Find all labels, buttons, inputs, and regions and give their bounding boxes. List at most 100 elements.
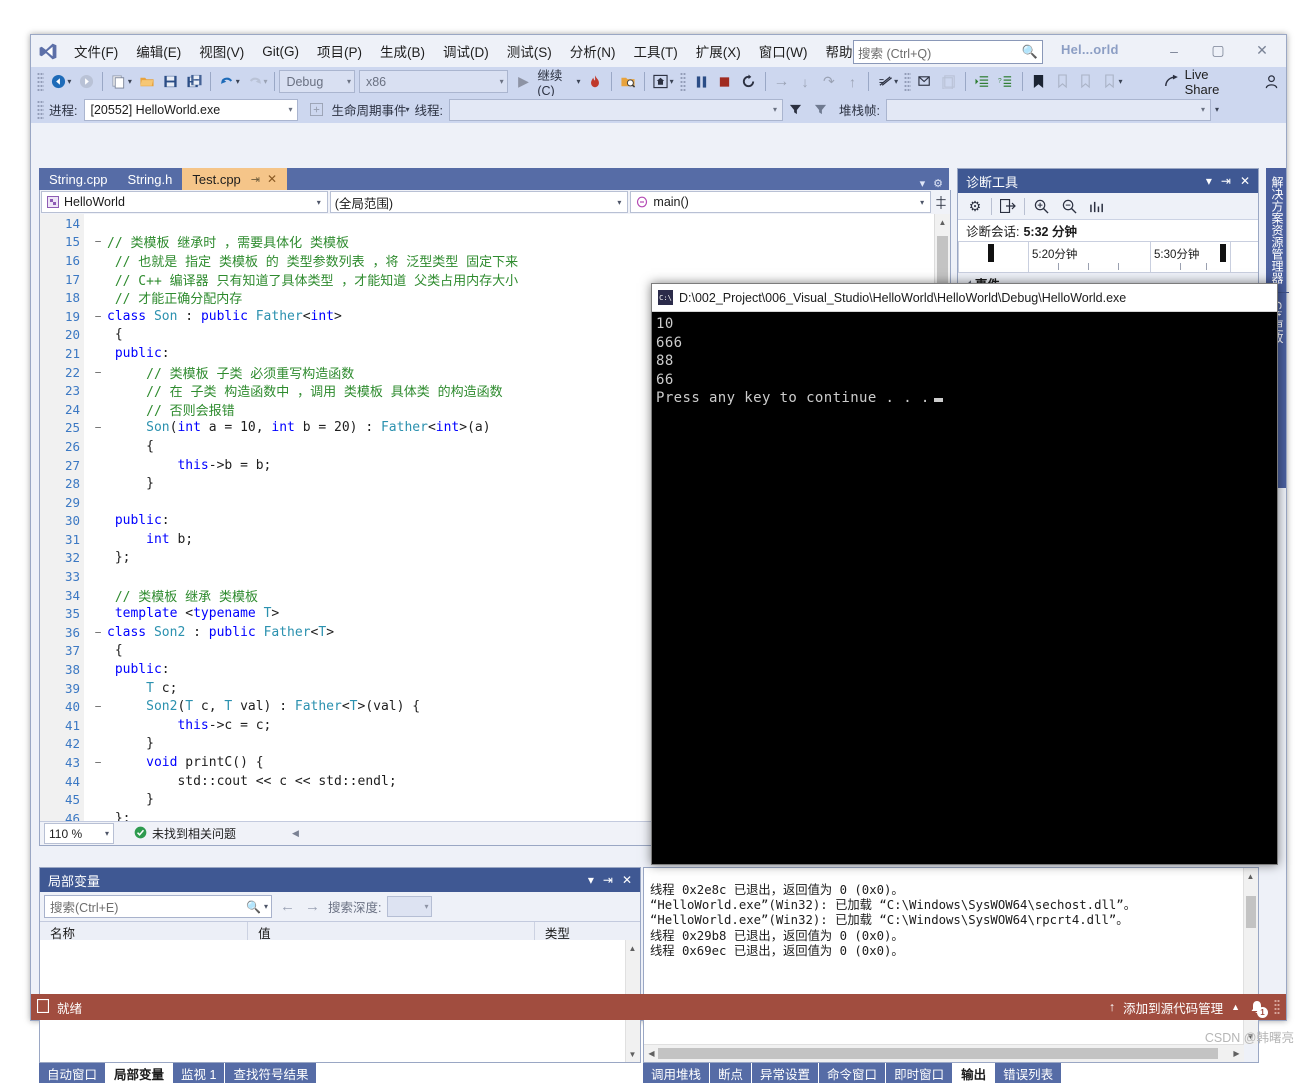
menu-item-project[interactable]: 项目(P) [308,38,371,64]
stack-frame-combo[interactable]: ▾ [885,98,1211,121]
menu-item-tools[interactable]: 工具(T) [625,38,687,64]
toolbar-grip-2[interactable] [679,71,687,92]
source-control-label[interactable]: 添加到源代码管理 [1123,998,1223,1017]
scroll-up-icon[interactable]: ▲ [936,215,949,229]
diagnostics-chart-icon[interactable] [1085,196,1109,217]
pin-window-icon[interactable]: ⇥ [1221,174,1231,188]
menu-item-edit[interactable]: 编辑(E) [127,38,190,64]
source-control-dropdown-icon[interactable]: ▲ [1231,1002,1240,1012]
pin-tab-icon[interactable]: ⇥ [251,173,260,186]
home-window-dropdown-icon[interactable]: ▾ [670,77,677,86]
decrease-indent-icon[interactable]: ? [994,70,1018,93]
stop-debug-icon[interactable] [713,70,737,93]
bottom-tab-exceptions[interactable]: 异常设置 [752,1063,819,1083]
document-tab-string-h[interactable]: String.h [117,168,183,190]
locals-search-input[interactable]: 搜索(Ctrl+E) 🔍 ▾ [44,895,272,918]
fold-toggle-icon[interactable]: − [91,235,105,248]
console-output[interactable]: 10 666 88 66 Press any key to continue . . . [652,312,1277,864]
hot-reload-icon[interactable] [584,70,608,93]
fold-toggle-icon[interactable]: − [91,421,105,434]
bottom-tab-immediate[interactable]: 即时窗口 [886,1063,953,1083]
menu-item-test[interactable]: 测试(S) [498,38,561,64]
toolbar-grip[interactable] [37,71,44,92]
bottom-tab-locals[interactable]: 局部变量 [106,1063,173,1083]
fold-toggle-icon[interactable]: − [91,700,105,713]
diagnostics-zoom-in-icon[interactable] [1029,196,1053,217]
flag-filter-icon[interactable] [783,98,808,121]
attach-process-icon[interactable] [616,70,640,93]
code-line[interactable]: 14 [40,214,950,233]
new-project-dropdown-icon[interactable]: ▾ [128,77,135,86]
toolbar-grip-3[interactable] [904,71,911,92]
comment-selection-icon[interactable] [914,70,938,93]
diagnostics-timeline[interactable]: 5:20分钟 5:30分钟 [958,241,1258,273]
locals-scroll-up-icon[interactable]: ▲ [626,941,639,955]
quick-search-box[interactable]: 搜索 (Ctrl+Q) 🔍 [853,40,1043,64]
vertical-tab-solution-explorer[interactable]: 解决方案资源管理器 [1266,168,1289,292]
bookmark-icon[interactable] [1027,70,1051,93]
diagnostics-settings-gear-icon[interactable]: ⚙ [963,196,987,217]
diagnostics-export-icon[interactable] [996,196,1020,217]
diagnostics-zoom-out-icon[interactable] [1057,196,1081,217]
bookmark-overflow-icon[interactable]: ▾ [1119,77,1126,86]
restart-debug-icon[interactable] [737,70,761,93]
undo-dropdown-icon[interactable]: ▾ [236,77,243,86]
toolbar-overflow-icon[interactable]: ▾ [1215,105,1222,114]
console-title-bar[interactable]: C:\ D:\002_Project\006_Visual_Studio\Hel… [652,284,1277,312]
search-depth-selector[interactable]: ▾ [387,896,433,917]
fold-toggle-icon[interactable]: − [91,366,105,379]
lifecycle-dropdown-icon[interactable]: ▾ [406,105,413,114]
notification-bell[interactable]: 1 [1248,998,1268,1018]
redo-dropdown-icon[interactable]: ▾ [263,77,270,86]
output-horizontal-scrollbar[interactable]: ◀ ▶ [644,1044,1244,1062]
menu-item-analyze[interactable]: 分析(N) [561,38,625,64]
issue-status[interactable]: 未找到相关问题 [134,825,236,842]
continue-button-label[interactable]: 继续(C) [535,65,579,98]
process-combo[interactable]: [20552] HelloWorld.exe ▾ [84,98,299,121]
menu-item-view[interactable]: 视图(V) [190,38,253,64]
status-bar-grip[interactable] [1274,999,1280,1015]
fold-toggle-icon[interactable]: − [91,756,105,769]
continue-play-icon[interactable]: ▶ [512,70,536,93]
lifecycle-events-label[interactable]: 生命周期事件 [329,100,408,119]
code-line[interactable]: 15−// 类模板 继承时 ，需要具体化 类模板 [40,233,950,251]
locals-search-dropdown-icon[interactable]: ▾ [261,902,268,911]
increase-indent-icon[interactable] [970,70,994,93]
issue-prev-icon[interactable]: ◀ [292,828,299,839]
bottom-tab-watch1[interactable]: 监视 1 [173,1063,225,1083]
fold-toggle-icon[interactable]: − [91,310,105,323]
locals-menu-dropdown-icon[interactable]: ▾ [588,873,594,887]
flag-filter-clear-icon[interactable] [808,98,833,121]
solution-config-combo[interactable]: Debug ▾ [279,70,355,93]
locals-close-icon[interactable]: ✕ [622,873,632,887]
locals-scroll-down-icon[interactable]: ▼ [626,1047,639,1061]
open-file-icon[interactable] [135,70,159,93]
pause-debug-icon[interactable] [689,70,713,93]
continue-dropdown-icon[interactable]: ▾ [577,77,584,86]
bottom-tab-command[interactable]: 命令窗口 [819,1063,886,1083]
line-numbers-dropdown-icon[interactable]: ▾ [894,77,901,86]
menu-item-file[interactable]: 文件(F) [65,38,127,64]
fold-toggle-icon[interactable]: − [91,626,105,639]
bottom-tab-call-stack[interactable]: 调用堆栈 [643,1063,710,1083]
tab-settings-gear-icon[interactable]: ⚙ [933,177,943,190]
solution-platform-combo[interactable]: x86 ▾ [358,70,508,93]
console-window[interactable]: C:\ D:\002_Project\006_Visual_Studio\Hel… [651,283,1278,865]
bottom-tab-error-list[interactable]: 错误列表 [995,1063,1062,1083]
close-button[interactable]: ✕ [1240,35,1284,66]
search-prev-icon[interactable]: ← [278,898,297,915]
project-selector-combo[interactable]: HelloWorld ▾ [41,191,328,213]
locals-pin-icon[interactable]: ⇥ [603,873,613,887]
bottom-tab-find-symbol[interactable]: 查找符号结果 [225,1063,317,1083]
search-next-icon[interactable]: → [303,898,322,915]
code-line[interactable]: 16 // 也就是 指定 类模板 的 类型参数列表 ，将 泛型类型 固定下来 [40,251,950,270]
save-icon[interactable] [159,70,183,93]
bottom-tab-output[interactable]: 输出 [953,1063,995,1083]
close-window-icon[interactable]: ✕ [1240,174,1250,188]
bottom-tab-breakpoints[interactable]: 断点 [710,1063,752,1083]
save-all-icon[interactable] [182,70,206,93]
member-selector-combo[interactable]: main() ▾ [630,191,932,213]
window-menu-dropdown-icon[interactable]: ▾ [1206,174,1212,188]
menu-item-debug[interactable]: 调试(D) [434,38,498,64]
minimize-button[interactable]: – [1152,35,1196,66]
